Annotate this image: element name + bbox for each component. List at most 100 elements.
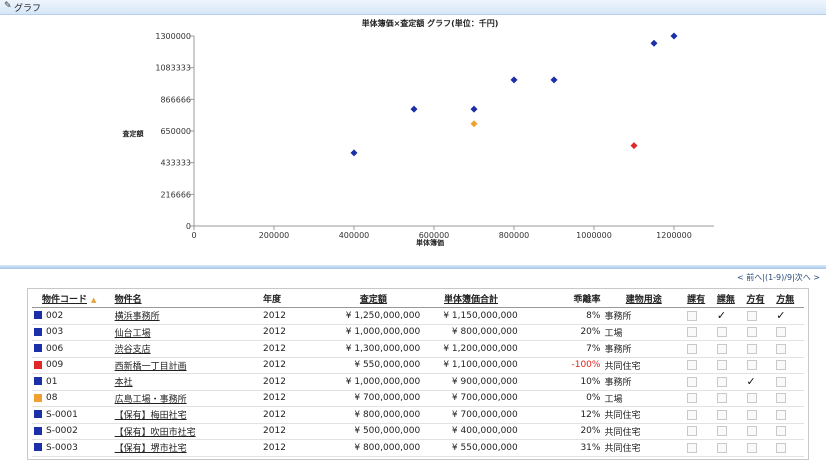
sort-asc-icon[interactable]: ▲ (91, 296, 96, 304)
name-cell[interactable]: 広島工場・事務所 (112, 390, 262, 407)
table-row[interactable]: S-0003 【保有】堺市社宅 2012 ¥ 800,000,000 ¥ 550,000… (32, 439, 804, 457)
checkbox[interactable] (776, 376, 787, 387)
checkbox[interactable] (716, 343, 727, 354)
checkbox[interactable] (776, 442, 787, 453)
checkbox[interactable] (716, 327, 727, 337)
checkbox[interactable] (716, 393, 727, 403)
checkbox[interactable] (746, 343, 757, 354)
data-point[interactable] (630, 142, 638, 150)
data-point[interactable] (470, 120, 478, 128)
checkbox-cell[interactable] (774, 340, 804, 358)
checkbox[interactable] (746, 442, 757, 453)
checkbox-cell[interactable] (714, 357, 745, 374)
section-divider[interactable] (0, 265, 826, 269)
property-link[interactable]: 広島工場・事務所 (115, 395, 187, 405)
checkbox-cell[interactable] (685, 406, 715, 424)
data-point[interactable] (350, 149, 358, 157)
col-header-rate[interactable]: 乖離率 (519, 289, 603, 308)
table-row[interactable]: 006 渋谷支店 2012 ¥ 1,300,000,000 ¥ 1,200,000,00… (32, 340, 804, 358)
col-header-ho-yu[interactable]: 方有 (744, 289, 775, 308)
checkbox-cell[interactable] (744, 324, 775, 341)
property-link[interactable]: 【保有】吹田市社宅 (115, 428, 196, 438)
data-point[interactable] (550, 76, 558, 84)
checkbox[interactable] (716, 360, 727, 370)
data-point[interactable] (650, 39, 658, 47)
col-header-ho-mu[interactable]: 方無 (774, 289, 804, 308)
checkbox-cell[interactable] (685, 439, 715, 457)
checkbox[interactable] (746, 409, 757, 420)
checkbox[interactable] (776, 409, 787, 420)
table-row[interactable]: S-0001 【保有】梅田社宅 2012 ¥ 800,000,000 ¥ 700,000… (32, 406, 804, 424)
checkbox-cell[interactable] (685, 324, 715, 341)
checkbox[interactable] (687, 310, 698, 321)
name-cell[interactable]: 【保有】吹田市社宅 (112, 423, 262, 440)
table-row[interactable]: 002 横浜事務所 2012 ¥ 1,250,000,000 ¥ 1,150,000,0… (32, 307, 804, 325)
col-header-code[interactable]: 物件コード ▲ (32, 289, 113, 308)
property-link[interactable]: 【保有】堺市社宅 (115, 444, 187, 454)
property-link[interactable]: 仙台工場 (115, 329, 151, 339)
checkbox[interactable] (776, 343, 787, 354)
checkbox-cell[interactable] (685, 423, 715, 440)
checkbox-cell[interactable] (774, 357, 804, 374)
name-cell[interactable]: 横浜事務所 (112, 307, 262, 325)
col-header-name[interactable]: 物件名 (112, 289, 262, 308)
checkbox[interactable] (776, 426, 787, 436)
table-row[interactable]: 003 仙台工場 2012 ¥ 1,000,000,000 ¥ 800,000,000 2… (32, 324, 804, 341)
checkbox-cell[interactable] (714, 340, 745, 358)
checkbox[interactable] (746, 310, 757, 321)
checkbox-cell[interactable]: ✓ (714, 307, 745, 325)
col-header-assessed[interactable]: 査定額 (324, 289, 423, 308)
checkbox[interactable] (716, 409, 727, 420)
checkbox[interactable] (687, 426, 698, 436)
name-cell[interactable]: 【保有】堺市社宅 (112, 439, 262, 457)
checkbox-cell[interactable] (685, 390, 715, 407)
col-header-use[interactable]: 建物用途 (602, 289, 686, 308)
checkbox-cell[interactable]: ✓ (774, 307, 804, 325)
checkbox[interactable] (776, 393, 787, 403)
table-row[interactable]: 009 西新橋一丁目計画 2012 ¥ 550,000,000 ¥ 1,100,000,… (32, 357, 804, 374)
data-point[interactable] (670, 32, 678, 40)
checkbox[interactable] (687, 393, 698, 403)
checkbox-cell[interactable] (714, 439, 745, 457)
checkbox[interactable] (776, 360, 787, 370)
name-cell[interactable]: 【保有】梅田社宅 (112, 406, 262, 424)
checkbox-cell[interactable] (744, 307, 775, 325)
checkbox[interactable] (716, 442, 727, 453)
checkbox-cell[interactable] (744, 423, 775, 440)
checkbox[interactable] (687, 376, 698, 387)
checkbox-cell[interactable] (685, 307, 715, 325)
checkbox[interactable] (687, 343, 698, 354)
checkbox-cell[interactable] (714, 390, 745, 407)
checkbox-cell[interactable] (774, 390, 804, 407)
checkbox-cell[interactable] (774, 324, 804, 341)
checkbox[interactable] (746, 327, 757, 337)
checkbox-cell[interactable] (774, 423, 804, 440)
checkbox-cell[interactable] (714, 423, 745, 440)
property-link[interactable]: 【保有】梅田社宅 (115, 411, 187, 421)
name-cell[interactable]: 渋谷支店 (112, 340, 262, 358)
checkbox-cell[interactable] (744, 340, 775, 358)
checkbox-cell[interactable] (774, 439, 804, 457)
checkbox-cell[interactable] (685, 357, 715, 374)
checkmark-icon[interactable]: ✓ (717, 309, 726, 322)
checkbox-cell[interactable] (685, 340, 715, 358)
col-header-ka-yu[interactable]: 課有 (685, 289, 715, 308)
checkmark-icon[interactable]: ✓ (747, 375, 756, 388)
checkbox[interactable] (716, 426, 727, 436)
property-link[interactable]: 横浜事務所 (115, 312, 160, 322)
data-point[interactable] (470, 105, 478, 113)
checkbox-cell[interactable] (774, 406, 804, 424)
checkbox-cell[interactable] (744, 406, 775, 424)
checkbox[interactable] (746, 393, 757, 403)
data-point[interactable] (510, 76, 518, 84)
col-header-ka-mu[interactable]: 課無 (714, 289, 745, 308)
checkmark-icon[interactable]: ✓ (776, 309, 785, 322)
checkbox-cell[interactable] (714, 406, 745, 424)
name-cell[interactable]: 仙台工場 (112, 324, 262, 341)
checkbox[interactable] (687, 360, 698, 370)
checkbox[interactable] (687, 409, 698, 420)
checkbox-cell[interactable] (744, 439, 775, 457)
section-header[interactable]: ✎ グラフ (0, 0, 826, 15)
checkbox[interactable] (687, 442, 698, 453)
checkbox[interactable] (746, 360, 757, 370)
